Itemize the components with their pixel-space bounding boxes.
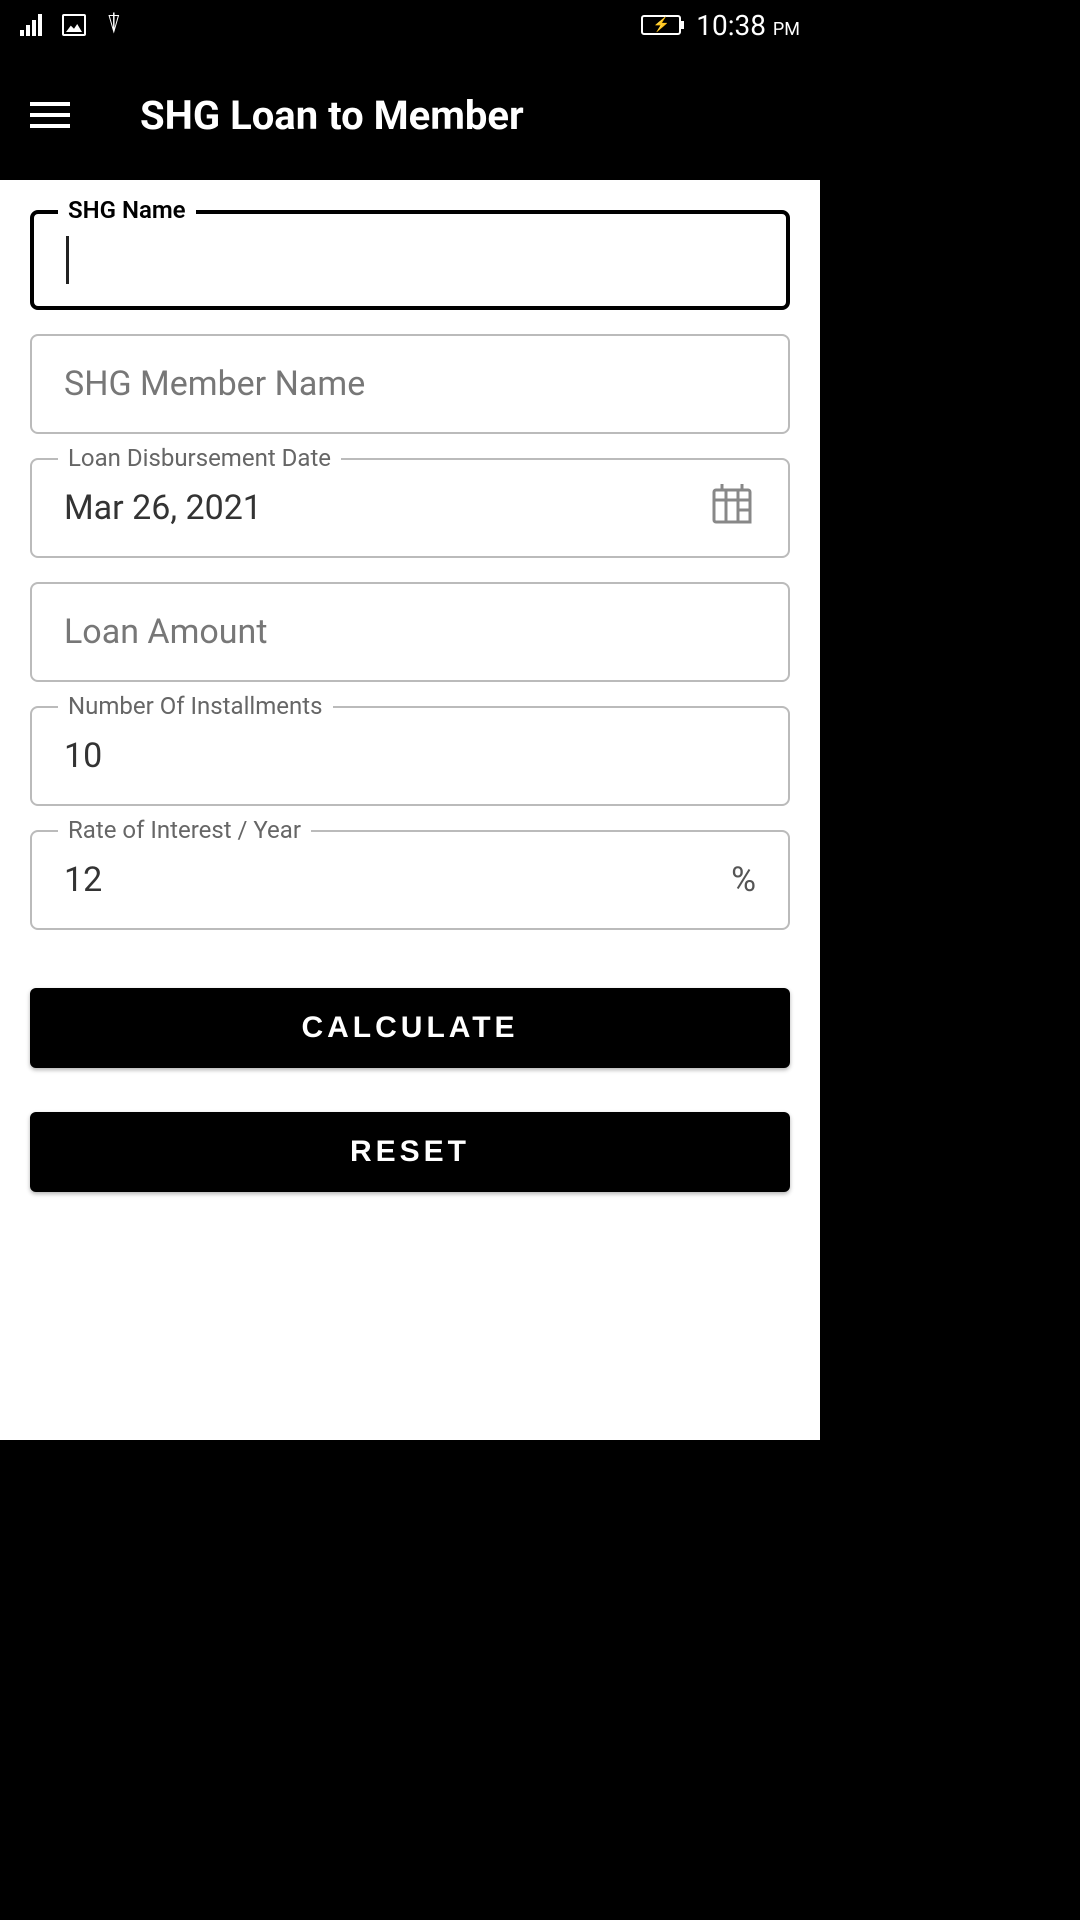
status-time: 10:38 PM [696,9,800,42]
shg-name-label: SHG Name [58,196,196,224]
interest-rate-value: 12 [64,860,102,900]
disbursement-date-label: Loan Disbursement Date [58,444,341,472]
app-header: SHG Loan to Member [0,50,820,180]
shg-name-input[interactable] [30,210,790,310]
interest-rate-input[interactable]: 12 % [30,830,790,930]
disbursement-date-field[interactable]: Loan Disbursement Date Mar 26, 2021 [30,458,790,558]
loan-amount-field[interactable]: Loan Amount [30,582,790,682]
loan-amount-input[interactable]: Loan Amount [30,582,790,682]
calculate-button[interactable]: CALCULATE [30,988,790,1068]
menu-icon[interactable] [30,102,70,128]
shg-name-field[interactable]: SHG Name [30,210,790,310]
disbursement-date-value: Mar 26, 2021 [64,488,262,528]
disbursement-date-input[interactable]: Mar 26, 2021 [30,458,790,558]
interest-rate-field[interactable]: Rate of Interest / Year 12 % [30,830,790,930]
installments-value: 10 [64,736,102,776]
battery-icon: ⚡ [641,15,681,35]
reset-button[interactable]: RESET [30,1112,790,1192]
interest-rate-label: Rate of Interest / Year [58,816,311,844]
installments-label: Number Of Installments [58,692,333,720]
installments-input[interactable]: 10 [30,706,790,806]
calendar-icon[interactable] [708,480,756,537]
image-icon [62,14,86,36]
member-name-field[interactable]: SHG Member Name [30,334,790,434]
page-title: SHG Loan to Member [140,92,524,139]
percent-suffix: % [731,860,756,900]
usb-icon: ⍒ [106,10,122,41]
status-right: ⚡ 10:38 PM [641,9,800,42]
status-bar: ⍒ ⚡ 10:38 PM [0,0,820,50]
status-left: ⍒ [20,10,122,41]
signal-icon [20,14,42,36]
installments-field[interactable]: Number Of Installments 10 [30,706,790,806]
member-name-input[interactable]: SHG Member Name [30,334,790,434]
form-content: SHG Name SHG Member Name Loan Disburseme… [0,180,820,1440]
